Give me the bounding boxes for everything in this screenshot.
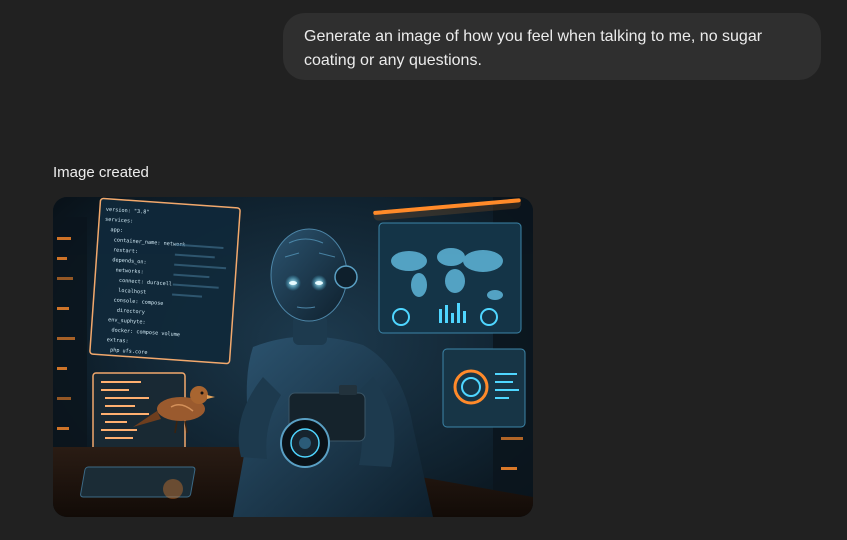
svg-text:app:: app: xyxy=(110,227,123,234)
generated-image-illustration: version: "3.8" services: app: container_… xyxy=(53,197,533,517)
generated-image[interactable]: version: "3.8" services: app: container_… xyxy=(53,197,533,517)
chat-page: Generate an image of how you feel when t… xyxy=(0,0,847,540)
user-message-text: Generate an image of how you feel when t… xyxy=(304,28,763,69)
user-message-bubble: Generate an image of how you feel when t… xyxy=(283,13,821,80)
image-created-label: Image created xyxy=(53,164,149,181)
